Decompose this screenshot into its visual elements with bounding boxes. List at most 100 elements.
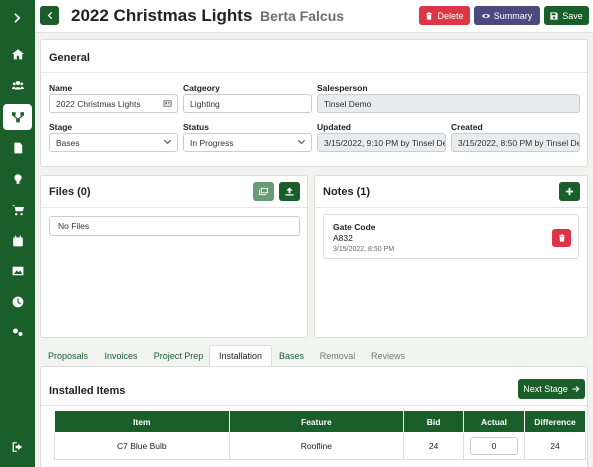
files-empty-text: No Files [58, 221, 90, 231]
actual-input[interactable]: 0 [470, 437, 519, 455]
category-field[interactable]: Lighting [183, 94, 312, 113]
lightbulb-icon [13, 174, 22, 184]
bid-cell: 24 [403, 432, 465, 460]
updated-field: 3/15/2022, 9:10 PM by Tinsel Demo [317, 133, 446, 152]
note-item: Gate Code A832 3/15/2022, 8:50 PM [323, 214, 579, 259]
item-cell: C7 Blue Bulb [54, 432, 230, 460]
stage-label: Stage [49, 122, 73, 132]
created-label: Created [451, 122, 483, 132]
tab-reviews[interactable]: Reviews [371, 345, 405, 366]
tab-proposals[interactable]: Proposals [48, 345, 88, 366]
back-button[interactable] [40, 6, 59, 25]
category-label: Catgeory [183, 83, 220, 93]
project-flow-icon [11, 112, 24, 123]
gallery-view-button[interactable] [253, 182, 274, 201]
users-icon [11, 81, 24, 90]
divider [41, 405, 587, 406]
name-field[interactable]: 2022 Christmas Lights [49, 94, 178, 113]
delete-label: Delete [437, 10, 464, 21]
sidebar-item-customers[interactable] [0, 71, 35, 99]
status-value: In Progress [190, 137, 234, 148]
tab-bases[interactable]: Bases [278, 345, 305, 366]
add-note-button[interactable] [559, 182, 580, 201]
sidebar [0, 0, 35, 467]
column-header: Item [54, 410, 230, 433]
updated-label: Updated [317, 122, 351, 132]
eye-icon [481, 13, 490, 18]
home-icon [11, 49, 24, 60]
tab-removal[interactable]: Removal [319, 345, 356, 366]
customer-name[interactable]: Berta Falcus [260, 8, 344, 24]
divider [41, 72, 587, 73]
name-value: 2022 Christmas Lights [56, 98, 141, 109]
sidebar-item-history[interactable] [0, 288, 35, 316]
delete-button[interactable]: Delete [419, 6, 470, 25]
stage-value: Bases [56, 137, 80, 148]
note-title: Gate Code [333, 222, 376, 232]
installed-items-card: Installed Items Next Stage Item Feature … [40, 366, 588, 467]
status-label: Status [183, 122, 209, 132]
chevron-right-icon [13, 13, 20, 23]
plus-icon [565, 187, 574, 196]
general-section-title: General [49, 52, 90, 64]
general-card: General Name 2022 Christmas Lights Catge… [40, 39, 588, 167]
sidebar-item-documents[interactable] [0, 134, 35, 162]
sidebar-item-projects[interactable] [3, 104, 32, 130]
installed-items-title: Installed Items [49, 385, 126, 397]
chevron-down-icon [163, 138, 172, 149]
tab-invoices[interactable]: Invoices [104, 345, 138, 366]
clock-icon [12, 296, 23, 308]
column-header: Feature [228, 410, 405, 433]
column-header: Bid [403, 410, 465, 433]
notes-title: Notes (1) [323, 186, 371, 198]
trash-icon [426, 11, 433, 20]
save-icon [550, 11, 558, 20]
settings-icon [12, 328, 22, 336]
cart-icon [11, 205, 24, 216]
divider [315, 207, 587, 208]
salesperson-label: Salesperson [317, 83, 368, 93]
delete-note-button[interactable] [552, 229, 571, 247]
contact-card-icon [163, 99, 172, 110]
column-header: Actual [463, 410, 526, 433]
tab-project-prep[interactable]: Project Prep [154, 345, 204, 366]
summary-button[interactable]: Summary [474, 6, 540, 25]
sidebar-item-shop[interactable] [0, 196, 35, 224]
upload-icon [285, 187, 294, 196]
notes-card: Notes (1) Gate Code A832 3/15/2022, 8:50… [314, 175, 588, 338]
image-icon [12, 266, 23, 276]
difference-cell: 24 [524, 432, 586, 460]
next-stage-label: Next Stage [523, 384, 568, 394]
calendar-icon [12, 235, 23, 247]
status-select[interactable]: In Progress [183, 133, 312, 152]
files-title: Files (0) [49, 186, 91, 198]
category-value: Lighting [190, 98, 220, 109]
next-stage-button[interactable]: Next Stage [518, 379, 585, 399]
sidebar-item-gallery[interactable] [0, 257, 35, 285]
installed-items-table: Item Feature Bid Actual Difference C7 Bl… [54, 410, 586, 460]
sign-out-icon [12, 442, 22, 452]
save-button[interactable]: Save [544, 6, 589, 25]
files-card: Files (0) No Files [40, 175, 308, 338]
files-empty: No Files [49, 216, 300, 236]
table-row: C7 Blue Bulb Roofline 24 0 24 [54, 432, 586, 460]
name-label: Name [49, 83, 73, 93]
stage-select[interactable]: Bases [49, 133, 178, 152]
sidebar-item-ideas[interactable] [0, 165, 35, 193]
salesperson-field: Tinsel Demo [317, 94, 580, 113]
chevron-left-icon [47, 11, 53, 20]
column-header: Difference [524, 410, 586, 433]
sidebar-item-calendar[interactable] [0, 227, 35, 255]
page-header: 2022 Christmas Lights Berta Falcus Delet… [35, 0, 593, 33]
table-header-row: Item Feature Bid Actual Difference [54, 410, 586, 433]
sidebar-item-sign-out[interactable] [0, 433, 35, 461]
sidebar-item-home[interactable] [0, 40, 35, 68]
chevron-down-icon [297, 138, 306, 149]
note-body: A832 [333, 233, 353, 243]
document-icon [13, 142, 22, 154]
actual-cell: 0 [463, 432, 526, 460]
upload-file-button[interactable] [279, 182, 300, 201]
sidebar-item-settings[interactable] [0, 318, 35, 346]
sidebar-expand-button[interactable] [0, 4, 35, 32]
tab-installation[interactable]: Installation [209, 345, 272, 366]
